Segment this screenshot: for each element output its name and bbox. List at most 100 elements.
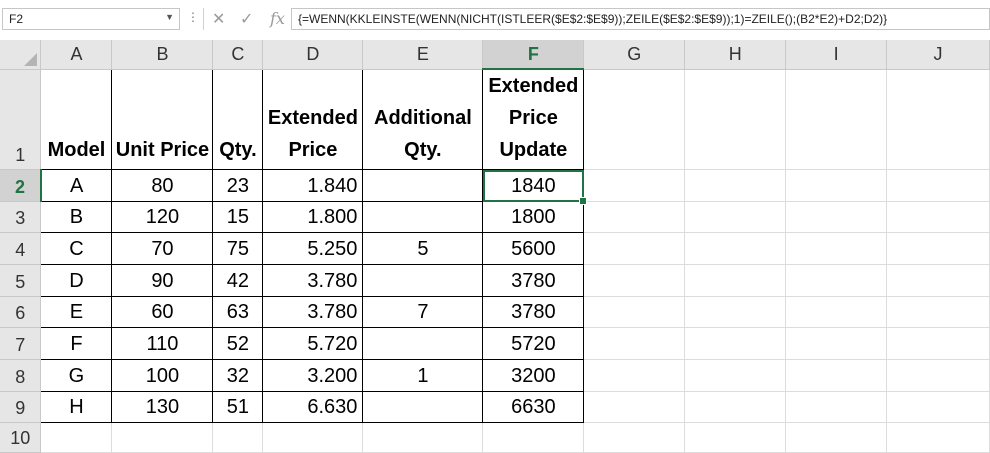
cell-g2[interactable]	[583, 169, 686, 202]
row-header-6[interactable]: 6	[0, 296, 42, 328]
cell-f3[interactable]: 1800	[482, 201, 585, 233]
row-header-2[interactable]: 2	[0, 169, 42, 202]
cell-e7[interactable]	[362, 327, 484, 360]
cell-b5[interactable]: 90	[111, 264, 214, 297]
cell-h2[interactable]	[684, 169, 787, 202]
cell-a6[interactable]: E	[40, 296, 113, 328]
row-header-4[interactable]: 4	[0, 232, 42, 265]
cell-g3[interactable]	[583, 201, 686, 233]
cell-b9[interactable]: 130	[111, 391, 214, 423]
column-header-j[interactable]: J	[886, 40, 990, 70]
cell-h5[interactable]	[684, 264, 787, 297]
cell-i8[interactable]	[785, 359, 888, 392]
cell-g4[interactable]	[583, 232, 686, 265]
cell-g7[interactable]	[583, 327, 686, 360]
cell-f6[interactable]: 3780	[482, 296, 585, 328]
cell-c4[interactable]: 75	[212, 232, 264, 265]
cell-a3[interactable]: B	[40, 201, 113, 233]
cell-i9[interactable]	[785, 391, 888, 423]
cell-j10[interactable]	[886, 422, 990, 453]
cell-h6[interactable]	[684, 296, 787, 328]
cell-g5[interactable]	[583, 264, 686, 297]
cell-j7[interactable]	[886, 327, 990, 360]
column-header-b[interactable]: B	[111, 40, 214, 70]
cell-b1[interactable]: Unit Price	[111, 68, 214, 170]
cell-e9[interactable]	[362, 391, 484, 423]
cell-a8[interactable]: G	[40, 359, 113, 392]
cell-d6[interactable]: 3.780	[262, 296, 364, 328]
column-header-e[interactable]: E	[362, 40, 484, 70]
cell-d10[interactable]	[262, 422, 364, 453]
cell-d3[interactable]: 1.800	[262, 201, 364, 233]
cell-a5[interactable]: D	[40, 264, 113, 297]
cell-c9[interactable]: 51	[212, 391, 264, 423]
cell-j5[interactable]	[886, 264, 990, 297]
cell-e3[interactable]	[362, 201, 484, 233]
cell-f9[interactable]: 6630	[482, 391, 585, 423]
cell-i5[interactable]	[785, 264, 888, 297]
cell-d9[interactable]: 6.630	[262, 391, 364, 423]
cell-b3[interactable]: 120	[111, 201, 214, 233]
cell-c2[interactable]: 23	[212, 169, 264, 202]
cell-d4[interactable]: 5.250	[262, 232, 364, 265]
cell-h3[interactable]	[684, 201, 787, 233]
cell-g6[interactable]	[583, 296, 686, 328]
column-header-i[interactable]: I	[785, 40, 888, 70]
row-header-8[interactable]: 8	[0, 359, 42, 392]
cell-e5[interactable]	[362, 264, 484, 297]
cell-h1[interactable]	[684, 69, 787, 170]
cell-b4[interactable]: 70	[111, 232, 214, 265]
column-header-a[interactable]: A	[40, 40, 113, 70]
cell-c6[interactable]: 63	[212, 296, 264, 328]
name-box[interactable]: F2 ▼	[2, 8, 180, 30]
cell-b7[interactable]: 110	[111, 327, 214, 360]
cell-b8[interactable]: 100	[111, 359, 214, 392]
cell-f2-active[interactable]: 1840	[482, 169, 588, 205]
cell-f8[interactable]: 3200	[482, 359, 585, 392]
chevron-down-icon[interactable]: ▼	[165, 12, 174, 22]
cell-j9[interactable]	[886, 391, 990, 423]
cell-f1[interactable]: Extended Price Update	[482, 68, 585, 170]
cell-d5[interactable]: 3.780	[262, 264, 364, 297]
cell-j6[interactable]	[886, 296, 990, 328]
cell-c7[interactable]: 52	[212, 327, 264, 360]
cell-h9[interactable]	[684, 391, 787, 423]
column-header-g[interactable]: G	[583, 40, 686, 70]
cell-e2[interactable]	[362, 169, 484, 202]
cell-b2[interactable]: 80	[111, 169, 214, 202]
cell-c3[interactable]: 15	[212, 201, 264, 233]
cell-c8[interactable]: 32	[212, 359, 264, 392]
cell-a1[interactable]: Model	[40, 68, 113, 170]
cell-g1[interactable]	[583, 69, 686, 170]
cell-h10[interactable]	[684, 422, 787, 453]
cell-j4[interactable]	[886, 232, 990, 265]
cell-h8[interactable]	[684, 359, 787, 392]
cancel-icon[interactable]: ✕	[212, 9, 225, 29]
cell-j8[interactable]	[886, 359, 990, 392]
row-header-10[interactable]: 10	[0, 422, 42, 453]
insert-function-icon[interactable]: fx	[270, 9, 285, 28]
row-header-3[interactable]: 3	[0, 201, 42, 233]
column-header-c[interactable]: C	[212, 40, 264, 70]
cell-c1[interactable]: Qty.	[212, 68, 264, 170]
cell-i2[interactable]	[785, 169, 888, 202]
cell-f7[interactable]: 5720	[482, 327, 585, 360]
cell-j3[interactable]	[886, 201, 990, 233]
cell-c10[interactable]	[212, 422, 264, 453]
cell-b10[interactable]	[111, 422, 214, 453]
row-header-7[interactable]: 7	[0, 327, 42, 360]
cell-a9[interactable]: H	[40, 391, 113, 423]
row-header-5[interactable]: 5	[0, 264, 42, 297]
cell-i3[interactable]	[785, 201, 888, 233]
cell-e4[interactable]: 5	[362, 232, 484, 265]
cell-i6[interactable]	[785, 296, 888, 328]
column-header-f[interactable]: F	[482, 40, 585, 70]
cell-h7[interactable]	[684, 327, 787, 360]
column-header-d[interactable]: D	[262, 40, 364, 70]
cell-c5[interactable]: 42	[212, 264, 264, 297]
cell-f4[interactable]: 5600	[482, 232, 585, 265]
cell-j1[interactable]	[886, 69, 990, 170]
cell-a4[interactable]: C	[40, 232, 113, 265]
select-all-corner[interactable]	[0, 40, 42, 70]
cell-a7[interactable]: F	[40, 327, 113, 360]
